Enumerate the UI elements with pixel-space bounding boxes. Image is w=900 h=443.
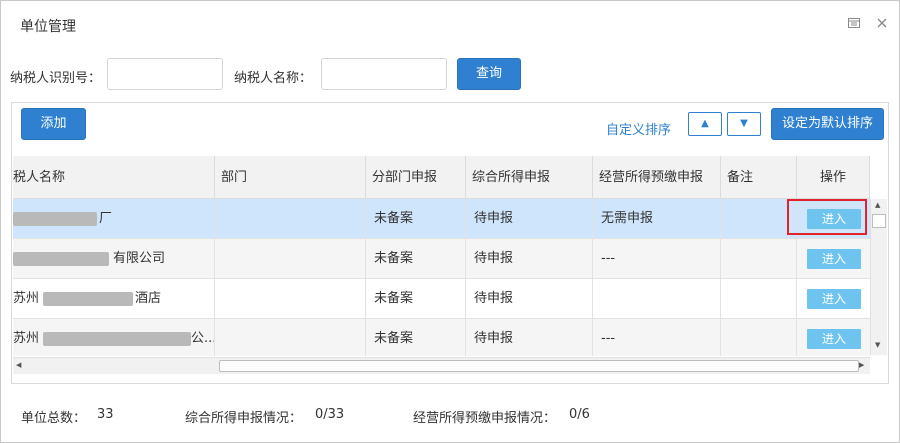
arrow-up-icon: ▲	[701, 118, 709, 129]
col-header-action: 操作	[797, 156, 870, 199]
total-units-label: 单位总数：	[21, 411, 87, 426]
cell-remark	[721, 199, 797, 239]
cell-branch: 未备案	[366, 319, 466, 356]
cell-comprehensive: 待申报	[466, 319, 593, 356]
summary-bar: 单位总数： 33 综合所得申报情况： 0/33 经营所得预缴申报情况： 0/6	[1, 401, 899, 431]
scroll-thumb[interactable]	[872, 214, 886, 228]
cell-comprehensive: 待申报	[466, 239, 593, 279]
col-header-branch: 分部门申报	[366, 156, 466, 199]
enter-button[interactable]: 进入	[807, 329, 861, 349]
scroll-down-icon[interactable]: ▼	[875, 341, 880, 349]
unit-list-panel: 添加 自定义排序 ▲ ▼ 设定为默认排序 税人名称 部门 分部门申报 综合所得申…	[11, 102, 889, 384]
cell-business	[593, 279, 721, 319]
horizontal-scrollbar[interactable]: ◀ ▶	[13, 357, 870, 374]
maximize-icon[interactable]	[847, 16, 863, 32]
cell-dept	[215, 199, 366, 239]
col-header-name: 税人名称	[13, 156, 215, 199]
scroll-thumb-horizontal[interactable]	[219, 360, 859, 372]
enter-button[interactable]: 进入	[807, 249, 861, 269]
business-status-value: 0/6	[569, 407, 590, 422]
cell-business: 无需申报	[593, 199, 721, 239]
taxpayer-name-input[interactable]	[321, 58, 447, 90]
total-units-value: 33	[97, 407, 114, 422]
comprehensive-status-value: 0/33	[315, 407, 345, 422]
taxpayer-id-label: 纳税人识别号：	[10, 71, 102, 86]
cell-comprehensive: 待申报	[466, 199, 593, 239]
cell-action: 进入	[797, 239, 870, 279]
col-header-remark: 备注	[721, 156, 797, 199]
list-toolbar: 添加 自定义排序 ▲ ▼ 设定为默认排序	[12, 103, 888, 153]
table-header: 税人名称 部门 分部门申报 综合所得申报 经营所得预缴申报 备注 操作	[13, 156, 870, 199]
cell-action: 进入	[797, 319, 870, 356]
cell-business: ---	[593, 239, 721, 279]
unit-management-dialog: 单位管理 纳税人识别号： 纳税人名称： 查询 添加 自定义排序 ▲ ▼ 设定为默…	[0, 0, 900, 443]
cell-remark	[721, 319, 797, 356]
cell-branch: 未备案	[366, 239, 466, 279]
search-form: 纳税人识别号： 纳税人名称： 查询	[1, 57, 899, 91]
highlight-box	[787, 199, 867, 235]
cell-comprehensive: 待申报	[466, 279, 593, 319]
arrow-down-icon: ▼	[740, 118, 748, 129]
custom-sort-link[interactable]: 自定义排序	[606, 119, 671, 138]
cell-remark	[721, 239, 797, 279]
query-button[interactable]: 查询	[457, 58, 521, 90]
window-title: 单位管理	[20, 19, 76, 35]
cell-name: 苏州 酒店	[13, 279, 215, 319]
taxpayer-name-label: 纳税人名称：	[234, 71, 313, 86]
cell-dept	[215, 319, 366, 356]
set-default-sort-button[interactable]: 设定为默认排序	[771, 108, 884, 140]
cell-branch: 未备案	[366, 279, 466, 319]
redacted-text	[43, 292, 133, 306]
close-icon[interactable]	[875, 16, 891, 32]
vertical-scrollbar[interactable]: ▲ ▼	[870, 199, 887, 355]
cell-dept	[215, 279, 366, 319]
redacted-text	[13, 212, 97, 226]
name-suffix: 有限公司	[113, 251, 166, 266]
scroll-left-icon[interactable]: ◀	[16, 361, 21, 369]
col-header-business: 经营所得预缴申报	[593, 156, 721, 199]
col-header-comprehensive: 综合所得申报	[466, 156, 593, 199]
name-prefix: 苏州	[13, 291, 40, 306]
scroll-right-icon[interactable]: ▶	[859, 361, 864, 369]
unit-table: 税人名称 部门 分部门申报 综合所得申报 经营所得预缴申报 备注 操作 厂 未备…	[13, 156, 870, 356]
redacted-text	[43, 332, 191, 346]
title-bar: 单位管理	[1, 1, 899, 47]
cell-remark	[721, 279, 797, 319]
table-row[interactable]: 有限公司 未备案 待申报 --- 进入	[13, 239, 870, 279]
move-down-button[interactable]: ▼	[727, 112, 761, 136]
cell-business: ---	[593, 319, 721, 356]
cell-name: 厂	[13, 199, 215, 239]
move-up-button[interactable]: ▲	[688, 112, 722, 136]
name-suffix: 公...	[191, 331, 215, 346]
name-suffix: 厂	[99, 211, 113, 226]
table-row[interactable]: 苏州 公... 未备案 待申报 --- 进入	[13, 319, 870, 356]
cell-name: 有限公司	[13, 239, 215, 279]
business-status-label: 经营所得预缴申报情况：	[413, 411, 557, 426]
cell-dept	[215, 239, 366, 279]
cell-branch: 未备案	[366, 199, 466, 239]
name-prefix: 苏州	[13, 331, 40, 346]
enter-button[interactable]: 进入	[807, 289, 861, 309]
cell-action: 进入	[797, 279, 870, 319]
cell-name: 苏州 公...	[13, 319, 215, 356]
table-row[interactable]: 厂 未备案 待申报 无需申报 进入	[13, 199, 870, 239]
table-row[interactable]: 苏州 酒店 未备案 待申报 进入	[13, 279, 870, 319]
comprehensive-status-label: 综合所得申报情况：	[185, 411, 303, 426]
add-button[interactable]: 添加	[21, 108, 86, 140]
col-header-dept: 部门	[215, 156, 366, 199]
taxpayer-id-input[interactable]	[107, 58, 223, 90]
name-suffix: 酒店	[135, 291, 162, 306]
scroll-up-icon[interactable]: ▲	[875, 201, 880, 209]
redacted-text	[13, 252, 109, 266]
